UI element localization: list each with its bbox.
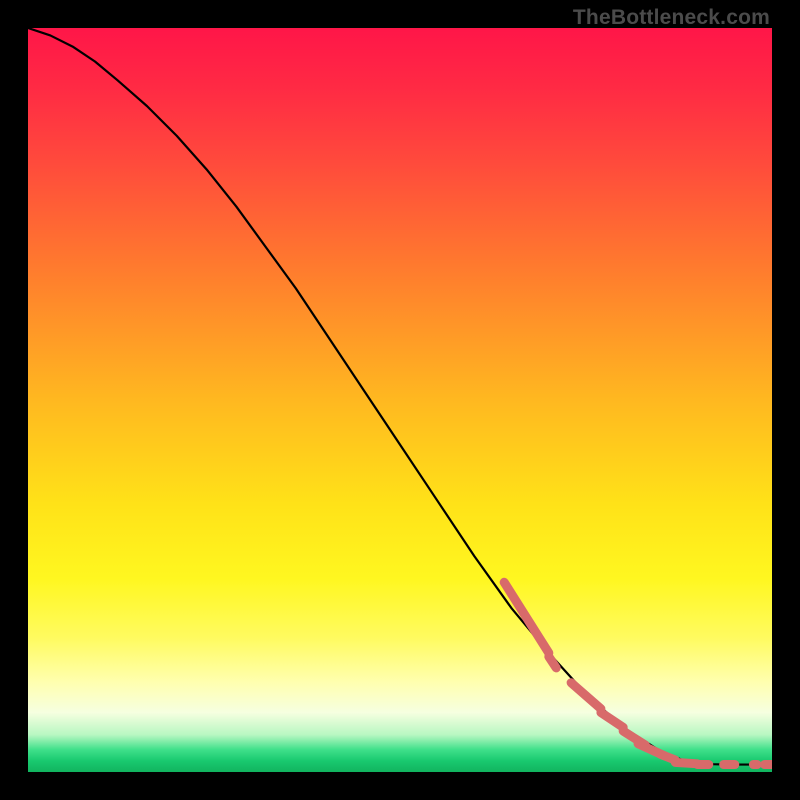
- dash-segment: [504, 582, 549, 653]
- chart-svg: [28, 28, 772, 772]
- main-curve: [28, 28, 772, 765]
- dash-segment: [571, 683, 601, 709]
- dash-segment: [549, 657, 556, 668]
- chart-frame: TheBottleneck.com: [0, 0, 800, 800]
- watermark-text: TheBottleneck.com: [573, 6, 770, 30]
- dash-overlay: [504, 582, 772, 764]
- dash-segment: [601, 712, 623, 727]
- plot-area: [28, 28, 772, 772]
